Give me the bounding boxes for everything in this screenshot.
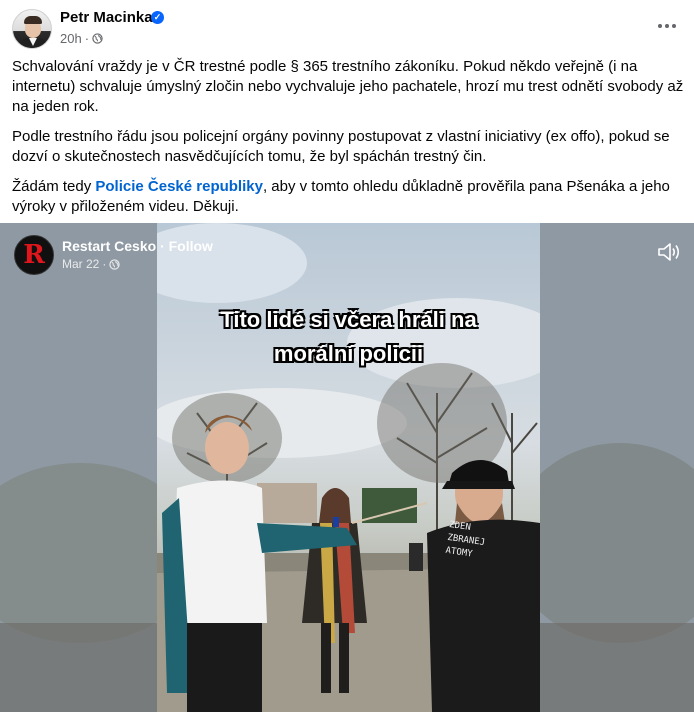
page-date[interactable]: Mar 22 [62,257,99,271]
paragraph-3-start: Žádám tedy [12,178,96,195]
globe-icon [109,258,121,270]
post-paragraph-2: Podle trestního řádu jsou policejní orgá… [12,128,670,165]
author-name[interactable]: Petr Macinka [60,9,153,26]
post-body: Schvalování vraždy je v ČR trestné podle… [12,57,688,227]
more-options-icon[interactable] [652,14,682,38]
post-paragraph-1: Schvalování vraždy je v ČR trestné podle… [12,58,684,115]
page-logo[interactable]: R [14,235,54,275]
post-paragraph-3: Žádám tedy Policie České republiky, aby … [12,177,688,217]
page-date-row: Mar 22 · [62,257,121,271]
post-header: Petr Macinka ✓ 20h · [0,0,694,54]
shirt-print: ZDEN ZBRANEJ ATOMY [445,519,510,566]
meta-separator: · [84,31,90,46]
page-date-separator: · [102,257,107,271]
speaker-icon[interactable] [656,241,682,263]
page-name-separator: · [156,238,169,254]
verified-badge-icon: ✓ [151,11,164,24]
page-name-row: Restart Cesko · Follow [62,238,213,254]
page-name[interactable]: Restart Cesko [62,238,156,254]
globe-icon [92,33,103,44]
mention-link[interactable]: Policie České republiky [95,178,263,195]
shared-video-player[interactable]: Tito lidé si včera hráli na morální poli… [0,223,694,712]
video-caption-line-2: morální policii [273,341,424,366]
post-meta: 20h · [60,31,103,46]
page-logo-letter: R [23,240,45,270]
author-avatar[interactable] [12,9,52,49]
follow-button[interactable]: Follow [169,238,213,254]
video-frame[interactable]: Tito lidé si včera hráli na morální poli… [157,223,540,712]
video-caption-line-1: Tito lidé si včera hráli na [220,307,477,332]
post-time[interactable]: 20h [60,31,82,46]
video-scene [157,223,540,712]
